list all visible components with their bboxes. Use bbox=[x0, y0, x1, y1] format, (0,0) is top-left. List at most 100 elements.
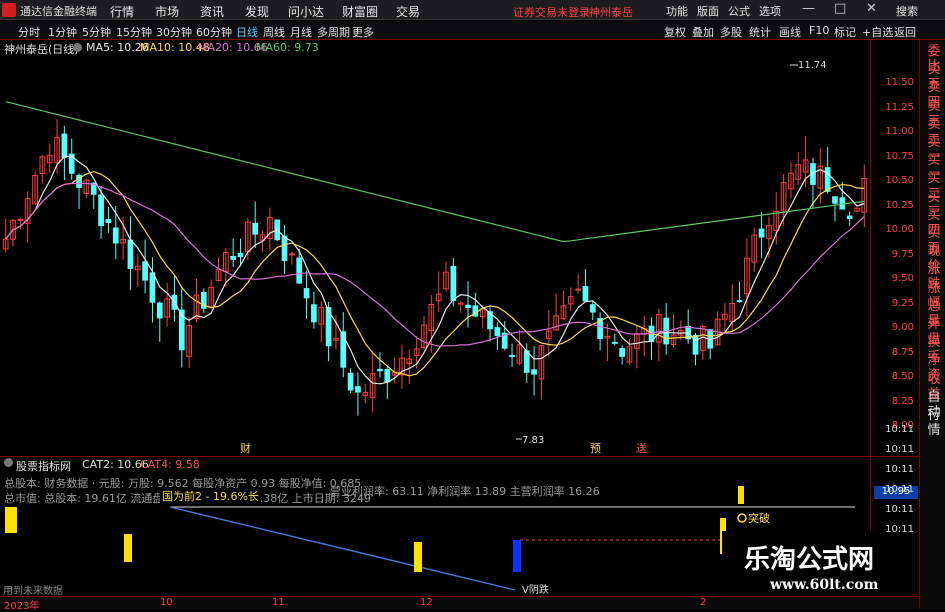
quote-side-panel: 委比 卖五 卖四 卖三 卖二 卖一 买一 买二 买三 买四 买五 现价 涨跌 涨幅 总量 外盘 换手 净资 收益 自动… bbox=[919, 40, 945, 609]
menu-zixun[interactable]: 资讯 bbox=[200, 3, 224, 20]
maximize-button[interactable]: □ bbox=[834, 1, 846, 16]
candle-body bbox=[355, 386, 361, 393]
tf-monthly[interactable]: 月线 bbox=[290, 24, 312, 40]
candle-body bbox=[98, 194, 104, 227]
price-tick: 10.25 bbox=[885, 199, 914, 211]
btn-fuquan[interactable]: 复权 bbox=[664, 24, 686, 40]
menu-wenxiaoda[interactable]: 问小达 bbox=[288, 3, 324, 20]
indicator-bar-yellow bbox=[5, 507, 17, 533]
btn-diejia[interactable]: 叠加 bbox=[692, 24, 714, 40]
price-tick: 11.00 bbox=[885, 126, 914, 137]
candle-body bbox=[303, 288, 310, 299]
candle-body bbox=[611, 341, 618, 344]
date-axis: 2023年 10 11 12 2 bbox=[0, 596, 919, 612]
v-yin-label: V阴跌 bbox=[522, 583, 549, 596]
app-logo-icon bbox=[2, 3, 16, 17]
indicator-settings-icon[interactable] bbox=[4, 458, 13, 467]
app-title: 通达信金融终端 bbox=[20, 5, 97, 18]
date-oct: 10 bbox=[160, 597, 173, 608]
panel-label[interactable]: 行情 bbox=[922, 408, 945, 438]
tf-more[interactable]: 更多 bbox=[352, 24, 374, 40]
candle-body bbox=[149, 272, 156, 303]
indicator-bar-blue bbox=[513, 540, 521, 572]
price-tick: 11.25 bbox=[885, 101, 914, 113]
tf-multi[interactable]: 多周期 bbox=[317, 24, 350, 40]
candle-body bbox=[589, 304, 596, 313]
candle-body bbox=[377, 368, 383, 372]
tf-weekly[interactable]: 周线 bbox=[263, 24, 285, 40]
top-gongneng[interactable]: 功能 bbox=[666, 3, 688, 19]
candle-body bbox=[281, 235, 288, 261]
candle-body bbox=[127, 239, 134, 269]
btn-fanhui[interactable]: 返回 bbox=[894, 24, 916, 40]
time-tick: 10:11 bbox=[885, 464, 914, 475]
ma20-line bbox=[5, 182, 865, 347]
close-button[interactable]: ✕ bbox=[866, 1, 877, 16]
low-price-label: 7.83 bbox=[522, 435, 544, 446]
tf-30min[interactable]: 30分钟 bbox=[156, 24, 192, 40]
btn-biaoji[interactable]: 标记 bbox=[834, 24, 856, 40]
tf-daily[interactable]: 日线 bbox=[236, 24, 258, 40]
candle-body bbox=[237, 252, 244, 258]
ma5-line bbox=[5, 155, 865, 385]
candle-body bbox=[289, 253, 295, 256]
date-year: 2023年 bbox=[4, 601, 40, 612]
tf-15min[interactable]: 15分钟 bbox=[116, 24, 152, 40]
login-alert[interactable]: 证券交易未登录 bbox=[513, 4, 590, 20]
stock-alert[interactable]: 神州泰岳 bbox=[589, 4, 633, 20]
top-xuanxiang[interactable]: 选项 bbox=[759, 3, 781, 19]
btn-tongji[interactable]: 统计 bbox=[749, 24, 771, 40]
candle-body bbox=[311, 304, 317, 323]
indicator-header: 股票指标网 CAT2: 10.66 CAT4: 9.58 bbox=[0, 457, 870, 473]
indicator-bar-yellow bbox=[738, 486, 744, 504]
btn-f10[interactable]: F10 bbox=[809, 24, 829, 37]
search-button[interactable]: 搜索 bbox=[896, 3, 918, 19]
tf-5min[interactable]: 5分钟 bbox=[82, 24, 111, 40]
candle-body bbox=[619, 348, 625, 357]
btn-zixuan[interactable]: +自选 bbox=[862, 24, 893, 40]
candle-body bbox=[347, 372, 354, 391]
candle-body bbox=[142, 261, 148, 281]
top-gongshi[interactable]: 公式 bbox=[728, 3, 750, 19]
candle-body bbox=[465, 304, 471, 309]
menu-shichang[interactable]: 市场 bbox=[155, 3, 179, 20]
candle-body bbox=[832, 196, 838, 204]
candle-body bbox=[575, 288, 581, 291]
minimize-button[interactable]: — bbox=[802, 1, 815, 16]
menu-hangqing[interactable]: 行情 bbox=[110, 3, 134, 20]
future-data-note: 用到未来数据 bbox=[3, 586, 63, 597]
time-tick: 10:11 bbox=[885, 424, 914, 435]
price-tick: 8.25 bbox=[891, 395, 914, 407]
indicator-bar-yellow bbox=[124, 534, 132, 562]
tf-fenshi[interactable]: 分时 bbox=[18, 24, 40, 40]
price-tick: 9.25 bbox=[891, 297, 914, 309]
price-tick: 8.75 bbox=[891, 346, 914, 358]
candle-body bbox=[523, 350, 530, 373]
date-nov: 11 bbox=[272, 597, 285, 608]
candlestick-chart[interactable]: 11.74 7.83 财 预 送 bbox=[0, 55, 870, 455]
date-feb: 2 bbox=[700, 597, 707, 608]
price-tick: 10.50 bbox=[885, 175, 914, 186]
candle-body bbox=[296, 257, 303, 284]
axis-divider bbox=[870, 40, 871, 595]
price-tick: 11.50 bbox=[885, 77, 914, 88]
btn-duogu[interactable]: 多股 bbox=[720, 24, 742, 40]
menu-faxian[interactable]: 发现 bbox=[245, 3, 269, 20]
candle-body bbox=[61, 133, 68, 158]
event-cai: 财 bbox=[240, 441, 251, 455]
menu-caifuquan[interactable]: 财富圈 bbox=[342, 3, 378, 20]
title-bar: 通达信金融终端 行情 市场 资讯 发现 问小达 财富圈 交易 证券交易未登录 神… bbox=[0, 0, 945, 20]
price-tick: 9.50 bbox=[891, 273, 914, 284]
ma60-line bbox=[5, 101, 865, 243]
tf-1min[interactable]: 1分钟 bbox=[48, 24, 77, 40]
watermark-url: www.60lt.com bbox=[770, 577, 879, 593]
settings-icon[interactable] bbox=[73, 43, 82, 52]
menu-jiaoyi[interactable]: 交易 bbox=[396, 3, 420, 20]
indicator-bar-yellow bbox=[414, 542, 422, 572]
candle-body bbox=[736, 300, 743, 303]
tf-60min[interactable]: 60分钟 bbox=[196, 24, 232, 40]
price-tick: 9.75 bbox=[891, 248, 914, 260]
btn-huaxian[interactable]: 画线 bbox=[779, 24, 801, 40]
candle-body bbox=[582, 285, 589, 302]
top-banmian[interactable]: 版面 bbox=[697, 3, 719, 19]
